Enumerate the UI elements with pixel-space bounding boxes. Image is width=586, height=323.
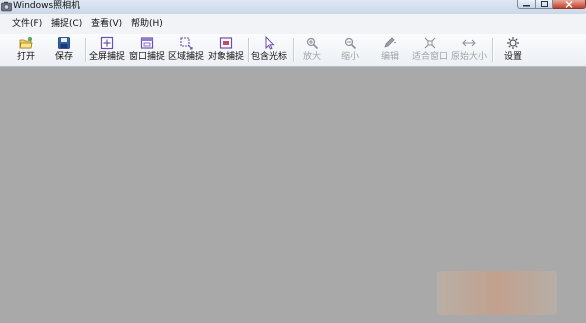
watermark — [437, 271, 557, 315]
menu-bar: 文件(F) 捕捉(C) 查看(V) 帮助(H) — [0, 14, 586, 35]
include-cursor-button[interactable]: 包含光标 — [250, 36, 288, 64]
toolbar-separator — [293, 38, 295, 62]
toolbar: 打开 保存 全屏捕捉 窗口捕捉 区域捕捉 对象捕捉 包含光标 放大 缩小 编辑 … — [0, 34, 586, 67]
menu-view[interactable]: 查看(V) — [91, 18, 122, 30]
original-size-icon — [462, 39, 476, 47]
toolbar-separator — [492, 38, 494, 62]
open-folder-icon — [19, 37, 33, 49]
edit-icon — [384, 37, 396, 48]
settings-icon — [507, 37, 519, 49]
region-capture-icon — [180, 37, 193, 50]
save-disk-icon — [58, 37, 70, 49]
cursor-icon — [265, 36, 275, 50]
zoom-out-button[interactable]: 缩小 — [338, 36, 362, 64]
original-size-button[interactable]: 原始大小 — [450, 36, 488, 64]
edit-label: 编辑 — [380, 52, 399, 62]
toolbar-separator — [85, 38, 87, 62]
fit-window-label: 适合窗口 — [411, 52, 448, 62]
menu-capture[interactable]: 捕捉(C) — [51, 18, 82, 30]
maximize-icon — [540, 1, 548, 7]
window-capture-icon — [140, 37, 154, 49]
settings-label: 设置 — [503, 52, 522, 62]
title-bar: Windows照相机 — [0, 0, 586, 14]
window-capture-button[interactable]: 窗口捕捉 — [128, 36, 166, 64]
edit-button[interactable]: 编辑 — [375, 36, 405, 64]
menu-file[interactable]: 文件(F) — [12, 18, 42, 30]
maximize-button[interactable] — [536, 0, 553, 9]
zoom-in-icon — [306, 37, 319, 50]
include-cursor-label: 包含光标 — [250, 52, 287, 62]
window-title: Windows照相机 — [13, 1, 81, 11]
save-label: 保存 — [54, 52, 73, 62]
minimize-button[interactable] — [517, 0, 536, 9]
object-capture-button[interactable]: 对象捕捉 — [207, 36, 245, 64]
fullscreen-capture-button[interactable]: 全屏捕捉 — [88, 36, 126, 64]
fit-window-icon — [424, 37, 436, 49]
open-button[interactable]: 打开 — [14, 36, 38, 64]
object-capture-label: 对象捕捉 — [207, 52, 244, 62]
zoom-out-icon — [344, 37, 357, 50]
fullscreen-capture-label: 全屏捕捉 — [88, 52, 125, 62]
save-button[interactable]: 保存 — [52, 36, 76, 64]
app-camera-icon — [1, 1, 12, 12]
minimize-icon — [523, 4, 530, 6]
open-label: 打开 — [16, 52, 35, 62]
settings-button[interactable]: 设置 — [501, 36, 525, 64]
region-capture-label: 区域捕捉 — [167, 52, 204, 62]
menu-help[interactable]: 帮助(H) — [131, 18, 163, 30]
zoom-in-button[interactable]: 放大 — [300, 36, 324, 64]
window-controls — [517, 0, 586, 9]
fit-window-button[interactable]: 适合窗口 — [411, 36, 449, 64]
zoom-out-label: 缩小 — [340, 52, 359, 62]
close-button[interactable] — [553, 0, 586, 9]
region-capture-button[interactable]: 区域捕捉 — [167, 36, 205, 64]
window-capture-label: 窗口捕捉 — [128, 52, 165, 62]
close-icon — [565, 0, 573, 8]
object-capture-icon — [219, 37, 233, 49]
original-size-label: 原始大小 — [450, 52, 487, 62]
fullscreen-capture-icon — [100, 36, 114, 50]
zoom-in-label: 放大 — [302, 52, 321, 62]
